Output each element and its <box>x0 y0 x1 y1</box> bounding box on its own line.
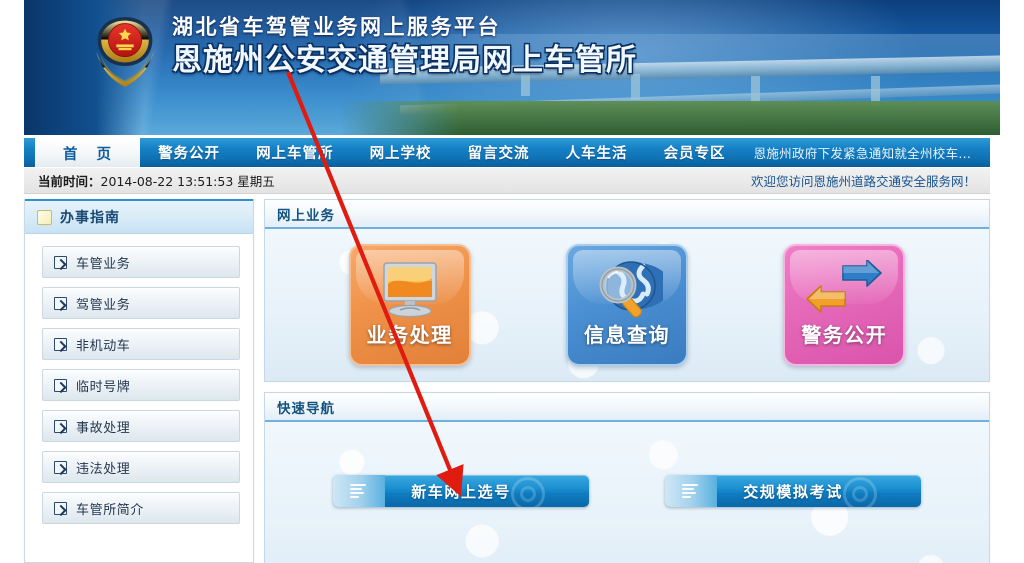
quick-nav-header: 快速导航 <box>265 393 989 422</box>
folder-icon <box>37 209 52 225</box>
arrow-bullet-icon <box>54 255 67 269</box>
quick-nav-button-label: 新车网上选号 <box>411 482 511 501</box>
quick-nav-button-new-car-plate-selection[interactable]: 新车网上选号 <box>333 475 589 507</box>
welcome-message: 欢迎您访问恩施州道路交通安全服务网！ <box>750 174 976 189</box>
online-business-title: 网上业务 <box>277 207 335 224</box>
current-time-label: 当前时间： <box>38 174 101 189</box>
sidebar-item-office-introduction[interactable]: 车管所简介 <box>42 492 240 524</box>
site-title: 恩施州公安交通管理局网上车管所 <box>172 43 637 78</box>
arrow-bullet-icon <box>54 296 67 310</box>
two-arrows-icon <box>785 254 903 328</box>
sidebar-item-non-motor-vehicle[interactable]: 非机动车 <box>42 328 240 360</box>
sidebar-item-label: 车管所简介 <box>76 502 145 518</box>
arrow-bullet-icon <box>54 337 67 351</box>
quick-nav-body: 新车网上选号 交规模拟考试 <box>265 422 989 563</box>
list-lines-icon <box>682 484 698 498</box>
sidebar-item-label: 违法处理 <box>76 461 131 477</box>
sidebar: 办事指南 车管业务 驾管业务 非机动车 临时号牌 事故处理 违法处理 车管所简介 <box>24 199 254 563</box>
quick-nav-title: 快速导航 <box>277 400 335 417</box>
arrow-bullet-icon <box>54 419 67 433</box>
tile-label: 信息查询 <box>583 323 670 347</box>
current-time: 当前时间：2014-08-22 13:51:53 星期五 <box>24 171 275 190</box>
platform-subtitle: 湖北省车驾管业务网上服务平台 <box>172 15 501 39</box>
quick-nav-button-traffic-rules-mock-exam[interactable]: 交规模拟考试 <box>665 475 921 507</box>
news-ticker-link[interactable]: 恩施州政府下发紧急通知就全州校车... <box>744 138 982 167</box>
sidebar-item-temporary-plate[interactable]: 临时号牌 <box>42 369 240 401</box>
online-business-panel: 网上业务 业务处理 信息查询 警务公开 <box>264 199 990 382</box>
sidebar-item-label: 车管业务 <box>76 256 131 272</box>
arrow-bullet-icon <box>54 501 67 515</box>
status-bar: 当前时间：2014-08-22 13:51:53 星期五 欢迎您访问恩施州道路交… <box>24 168 990 194</box>
nav-item-people-and-cars[interactable]: 人车生活 <box>548 138 646 167</box>
monitor-icon <box>351 254 469 328</box>
online-business-body: 业务处理 信息查询 警务公开 <box>265 229 989 381</box>
main-content: 网上业务 业务处理 信息查询 警务公开 快速导航 新车网上选号 交规模拟考试 <box>264 199 990 563</box>
site-header-banner: 湖北省车驾管业务网上服务平台 恩施州公安交通管理局网上车管所 <box>24 0 1000 135</box>
list-lines-icon <box>350 484 366 498</box>
tile-label: 警务公开 <box>801 323 888 347</box>
main-navigation: 首 页 警务公开 网上车管所 网上学校 留言交流 人车生活 会员专区 恩施州政府… <box>24 138 990 167</box>
sidebar-title: 办事指南 <box>60 210 120 226</box>
sidebar-header: 办事指南 <box>25 199 253 234</box>
quick-nav-panel: 快速导航 新车网上选号 交规模拟考试 <box>264 392 990 563</box>
online-business-header: 网上业务 <box>265 200 989 229</box>
tile-police-affairs[interactable]: 警务公开 <box>783 244 906 366</box>
tile-information-query[interactable]: 信息查询 <box>565 244 688 366</box>
nav-item-police-affairs[interactable]: 警务公开 <box>140 138 238 167</box>
sidebar-item-vehicle-management[interactable]: 车管业务 <box>42 246 240 278</box>
globe-magnifier-icon <box>568 254 686 328</box>
nav-item-member-zone[interactable]: 会员专区 <box>646 138 744 167</box>
nav-item-message-board[interactable]: 留言交流 <box>450 138 548 167</box>
arrow-bullet-icon <box>54 460 67 474</box>
arrow-bullet-icon <box>54 378 67 392</box>
sidebar-item-label: 事故处理 <box>76 420 131 436</box>
sidebar-item-violation-handling[interactable]: 违法处理 <box>42 451 240 483</box>
sidebar-item-label: 非机动车 <box>76 338 131 354</box>
banner-bridge-pier <box>751 76 760 104</box>
tile-label: 业务处理 <box>366 323 453 347</box>
police-emblem <box>96 17 154 87</box>
page-root: 湖北省车驾管业务网上服务平台 恩施州公安交通管理局网上车管所 首 页 警务公开 … <box>0 0 1024 563</box>
sidebar-item-label: 临时号牌 <box>76 379 131 395</box>
banner-greenery <box>340 101 1000 135</box>
nav-item-online-school[interactable]: 网上学校 <box>352 138 450 167</box>
quick-nav-button-label: 交规模拟考试 <box>743 482 843 501</box>
sidebar-menu: 车管业务 驾管业务 非机动车 临时号牌 事故处理 违法处理 车管所简介 <box>25 234 253 543</box>
sidebar-item-driver-management[interactable]: 驾管业务 <box>42 287 240 319</box>
sidebar-item-label: 驾管业务 <box>76 297 131 313</box>
nav-item-home[interactable]: 首 页 <box>35 138 141 167</box>
sidebar-item-accident-handling[interactable]: 事故处理 <box>42 410 240 442</box>
nav-item-online-vehicle-office[interactable]: 网上车管所 <box>238 138 352 167</box>
decor-swirl-icon <box>843 477 877 507</box>
page-body: 办事指南 车管业务 驾管业务 非机动车 临时号牌 事故处理 违法处理 车管所简介… <box>24 199 990 563</box>
tile-business-handling[interactable]: 业务处理 <box>348 244 471 366</box>
decor-swirl-icon <box>511 477 545 507</box>
header-titles: 湖北省车驾管业务网上服务平台 恩施州公安交通管理局网上车管所 <box>172 17 637 77</box>
current-time-value: 2014-08-22 13:51:53 星期五 <box>100 174 275 189</box>
